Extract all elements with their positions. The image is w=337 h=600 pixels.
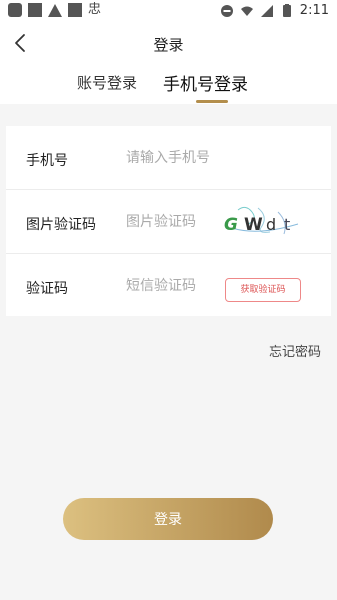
- status-notifications: 忠: [8, 3, 101, 17]
- bottom-nav-bar: [0, 582, 337, 600]
- square-notification-icon: [68, 3, 82, 17]
- sms-code-input[interactable]: [126, 272, 218, 300]
- captcha-image[interactable]: G W d t: [218, 202, 304, 242]
- page-title: 登录: [153, 36, 184, 54]
- svg-text:W: W: [244, 215, 263, 235]
- phone-input[interactable]: [126, 144, 286, 172]
- header: 登录 账号登录 手机号登录: [0, 22, 337, 104]
- app-notification-icon: [8, 3, 22, 17]
- sms-code-label: 验证码: [26, 281, 68, 297]
- image-captcha-row: 图片验证码 G W d t: [6, 190, 331, 253]
- tab-phone-login[interactable]: 手机号登录: [163, 70, 248, 95]
- signal-icon: [260, 5, 273, 17]
- wifi-icon: [240, 6, 253, 16]
- svg-text:d: d: [266, 215, 276, 234]
- battery-icon: [282, 4, 291, 17]
- forgot-password-link[interactable]: 忘记密码: [269, 341, 321, 360]
- dnd-icon: [220, 5, 233, 17]
- image-notification-icon: [28, 3, 42, 17]
- image-captcha-label: 图片验证码: [26, 217, 96, 233]
- app-glyph: 忠: [88, 2, 102, 17]
- active-tab-indicator: [196, 100, 228, 103]
- login-form: 手机号 图片验证码 G W d t 验证码 获取验证码: [6, 126, 331, 316]
- status-time: 2:11: [299, 3, 329, 18]
- status-bar: 忠 2:11: [0, 0, 337, 22]
- phone-label: 手机号: [26, 153, 68, 169]
- svg-text:G: G: [224, 215, 238, 235]
- image-captcha-input[interactable]: [126, 208, 214, 236]
- get-sms-code-button[interactable]: 获取验证码: [225, 278, 301, 302]
- phone-row: 手机号: [6, 126, 331, 189]
- tab-account-login[interactable]: 账号登录: [77, 72, 137, 93]
- warning-icon: [48, 3, 62, 17]
- svg-text:t: t: [284, 215, 290, 234]
- login-button[interactable]: 登录: [63, 498, 273, 540]
- status-system: 2:11: [220, 3, 329, 19]
